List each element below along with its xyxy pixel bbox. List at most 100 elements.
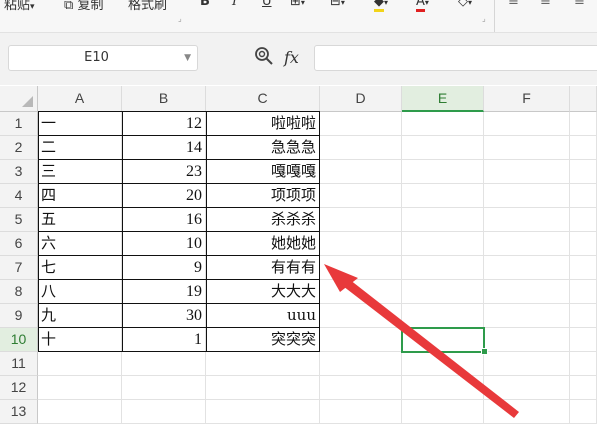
cell-g3[interactable]	[570, 160, 597, 184]
cell-e13[interactable]	[402, 400, 484, 424]
cell-c5[interactable]: 杀杀杀	[206, 208, 320, 232]
cell-e5[interactable]	[402, 208, 484, 232]
fill-style-icon[interactable]: ⊟▾	[330, 0, 345, 9]
cell-b8[interactable]: 19	[122, 280, 206, 304]
cell-c7[interactable]: 有有有	[206, 256, 320, 280]
cell-f7[interactable]	[484, 256, 570, 280]
fill-handle[interactable]	[481, 348, 488, 355]
cell-c9[interactable]: uuu	[206, 304, 320, 328]
cell-c11[interactable]	[206, 352, 320, 376]
bold-button[interactable]: B	[200, 0, 210, 9]
cell-d13[interactable]	[320, 400, 402, 424]
cell-f1[interactable]	[484, 112, 570, 136]
align-center-icon[interactable]: ≡	[540, 0, 551, 9]
cell-e6[interactable]	[402, 232, 484, 256]
cell-c2[interactable]: 急急急	[206, 136, 320, 160]
cell-f10[interactable]	[484, 328, 570, 352]
cell-e4[interactable]	[402, 184, 484, 208]
cell-g10[interactable]	[570, 328, 597, 352]
cell-d11[interactable]	[320, 352, 402, 376]
cell-a8[interactable]: 八	[38, 280, 122, 304]
cell-a3[interactable]: 三	[38, 160, 122, 184]
cell-e3[interactable]	[402, 160, 484, 184]
cell-e11[interactable]	[402, 352, 484, 376]
cell-c8[interactable]: 大大大	[206, 280, 320, 304]
cell-g6[interactable]	[570, 232, 597, 256]
fill-color-icon[interactable]: ◆▾	[374, 0, 388, 12]
cell-b5[interactable]: 16	[122, 208, 206, 232]
cell-b3[interactable]: 23	[122, 160, 206, 184]
cell-d8[interactable]	[320, 280, 402, 304]
cell-d1[interactable]	[320, 112, 402, 136]
cell-e2[interactable]	[402, 136, 484, 160]
paste-button[interactable]: 粘贴▾	[4, 0, 35, 13]
zoom-icon[interactable]	[254, 46, 274, 68]
cell-g1[interactable]	[570, 112, 597, 136]
cell-b9[interactable]: 30	[122, 304, 206, 328]
cell-g2[interactable]	[570, 136, 597, 160]
cell-b2[interactable]: 14	[122, 136, 206, 160]
font-expand-icon[interactable]: ⌟	[482, 14, 486, 23]
cell-f13[interactable]	[484, 400, 570, 424]
cell-d2[interactable]	[320, 136, 402, 160]
cell-b10[interactable]: 1	[122, 328, 206, 352]
clipboard-expand-icon[interactable]: ⌟	[178, 14, 182, 23]
cell-d9[interactable]	[320, 304, 402, 328]
paste-dropdown-icon[interactable]: ▾	[30, 2, 35, 12]
cell-g7[interactable]	[570, 256, 597, 280]
cell-g5[interactable]	[570, 208, 597, 232]
fx-button[interactable]: fx	[284, 48, 299, 67]
name-box[interactable]: E10 ▼	[8, 45, 198, 71]
cell-c10[interactable]: 突突突	[206, 328, 320, 352]
cell-e9[interactable]	[402, 304, 484, 328]
format-painter-button[interactable]: 格式刷	[128, 0, 167, 13]
cell-b7[interactable]: 9	[122, 256, 206, 280]
formula-input[interactable]	[314, 45, 597, 71]
cell-g8[interactable]	[570, 280, 597, 304]
cell-g12[interactable]	[570, 376, 597, 400]
cell-b13[interactable]	[122, 400, 206, 424]
cell-d6[interactable]	[320, 232, 402, 256]
borders-icon[interactable]: ⊞▾	[290, 0, 305, 9]
cell-a11[interactable]	[38, 352, 122, 376]
cell-f3[interactable]	[484, 160, 570, 184]
cell-d7[interactable]	[320, 256, 402, 280]
cell-f4[interactable]	[484, 184, 570, 208]
cell-e1[interactable]	[402, 112, 484, 136]
align-left-icon[interactable]: ≡	[508, 0, 519, 9]
cell-d12[interactable]	[320, 376, 402, 400]
cell-b6[interactable]: 10	[122, 232, 206, 256]
cell-f8[interactable]	[484, 280, 570, 304]
copy-button[interactable]: ⧉ 复制	[64, 0, 103, 13]
cell-a13[interactable]	[38, 400, 122, 424]
cell-f6[interactable]	[484, 232, 570, 256]
cell-a1[interactable]: 一	[38, 112, 122, 136]
cell-a7[interactable]: 七	[38, 256, 122, 280]
cell-b11[interactable]	[122, 352, 206, 376]
cell-f5[interactable]	[484, 208, 570, 232]
cell-d5[interactable]	[320, 208, 402, 232]
cell-c6[interactable]: 她她她	[206, 232, 320, 256]
cell-b4[interactable]: 20	[122, 184, 206, 208]
cell-g4[interactable]	[570, 184, 597, 208]
chevron-down-icon[interactable]: ▼	[184, 53, 191, 63]
cell-f12[interactable]	[484, 376, 570, 400]
cell-c3[interactable]: 嘎嘎嘎	[206, 160, 320, 184]
cell-c1[interactable]: 啦啦啦	[206, 112, 320, 136]
italic-button[interactable]: I	[232, 0, 237, 9]
cell-g13[interactable]	[570, 400, 597, 424]
cell-d3[interactable]	[320, 160, 402, 184]
cell-b1[interactable]: 12	[122, 112, 206, 136]
cell-d4[interactable]	[320, 184, 402, 208]
cell-c13[interactable]	[206, 400, 320, 424]
cell-a5[interactable]: 五	[38, 208, 122, 232]
cell-f11[interactable]	[484, 352, 570, 376]
cell-e8[interactable]	[402, 280, 484, 304]
align-right-icon[interactable]: ≡	[574, 0, 585, 9]
font-color-icon[interactable]: A▾	[416, 0, 429, 12]
cell-d10[interactable]	[320, 328, 402, 352]
cell-c4[interactable]: 项项项	[206, 184, 320, 208]
underline-button[interactable]: U	[262, 0, 272, 9]
cell-a2[interactable]: 二	[38, 136, 122, 160]
cell-f2[interactable]	[484, 136, 570, 160]
